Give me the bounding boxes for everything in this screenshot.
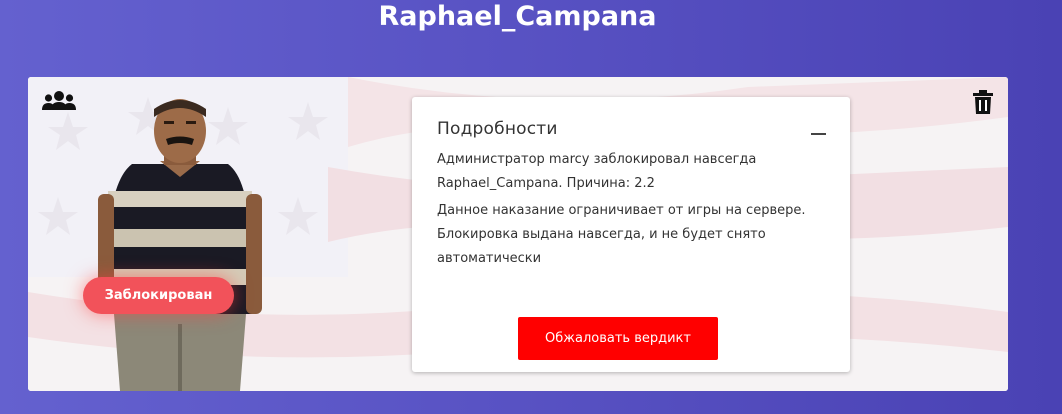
player-name-title: Raphael_Campana [378, 1, 657, 32]
trash-icon[interactable] [973, 90, 993, 114]
appeal-button[interactable]: Обжаловать вердикт [518, 317, 718, 360]
ban-description-text: Данное наказание ограничивает от игры на… [437, 203, 806, 266]
details-panel: Подробности Администратор marcy заблокир… [412, 97, 850, 372]
status-badge: Заблокирован [83, 277, 234, 314]
ban-info-text: Администратор marcy заблокировал навсегд… [437, 152, 757, 191]
player-avatar [98, 99, 262, 391]
users-group-icon[interactable] [42, 90, 76, 112]
details-title: Подробности [437, 119, 558, 139]
ban-card: Заблокирован Подробности Администратор m… [28, 77, 1008, 391]
collapse-icon[interactable] [811, 133, 826, 135]
